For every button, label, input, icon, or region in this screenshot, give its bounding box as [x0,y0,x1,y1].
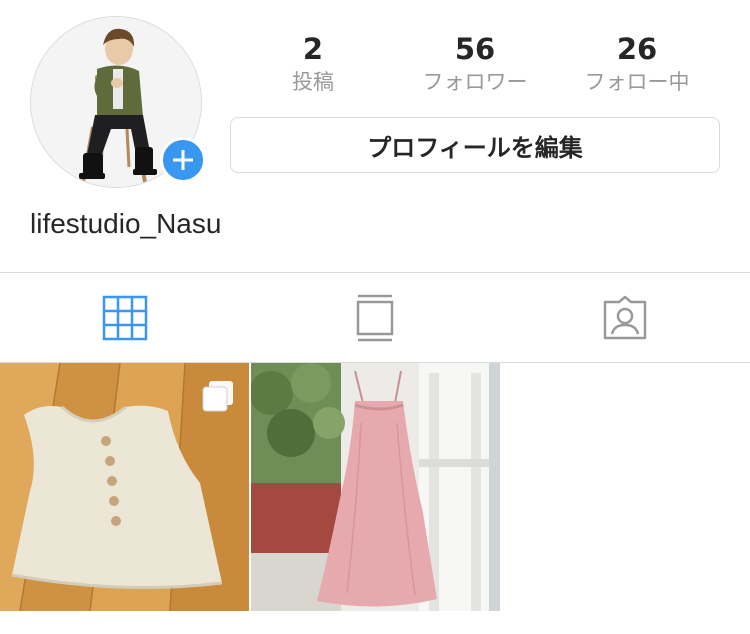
feed-icon [356,294,394,341]
edit-profile-button[interactable]: プロフィールを編集 [230,117,720,173]
followers-count[interactable]: 56 フォロワー [394,30,556,96]
profile-stats: 2 投稿 56 フォロワー 26 フォロー中 [232,30,718,100]
followers-count-label: フォロワー [422,70,528,94]
multiple-photos-icon [202,381,233,412]
following-count[interactable]: 26 フォロー中 [556,30,718,96]
following-count-label: フォロー中 [584,70,690,94]
post-thumbnail-1[interactable] [0,363,249,611]
profile-header: 2 投稿 56 フォロワー 26 フォロー中 プロフィールを編集 lifestu… [0,0,750,272]
followers-count-value: 56 [454,32,496,66]
tagged-icon [603,295,647,339]
posts-count[interactable]: 2 投稿 [232,30,394,96]
posts-count-label: 投稿 [292,70,334,94]
tab-tagged[interactable] [500,273,750,362]
tab-grid[interactable] [0,273,250,362]
posts-count-value: 2 [302,32,324,66]
following-count-value: 26 [616,32,658,66]
photo-grid [0,363,750,613]
plus-icon [173,150,193,170]
profile-page: 2 投稿 56 フォロワー 26 フォロー中 プロフィールを編集 lifestu… [0,0,750,634]
add-story-button[interactable] [160,137,206,183]
profile-tabs [0,273,750,362]
profile-username: lifestudio_Nasu [30,208,222,239]
grid-icon [102,295,148,340]
post-image-pink-dress [251,363,500,611]
post-thumbnail-2[interactable] [251,363,500,611]
tab-feed[interactable] [250,273,500,362]
